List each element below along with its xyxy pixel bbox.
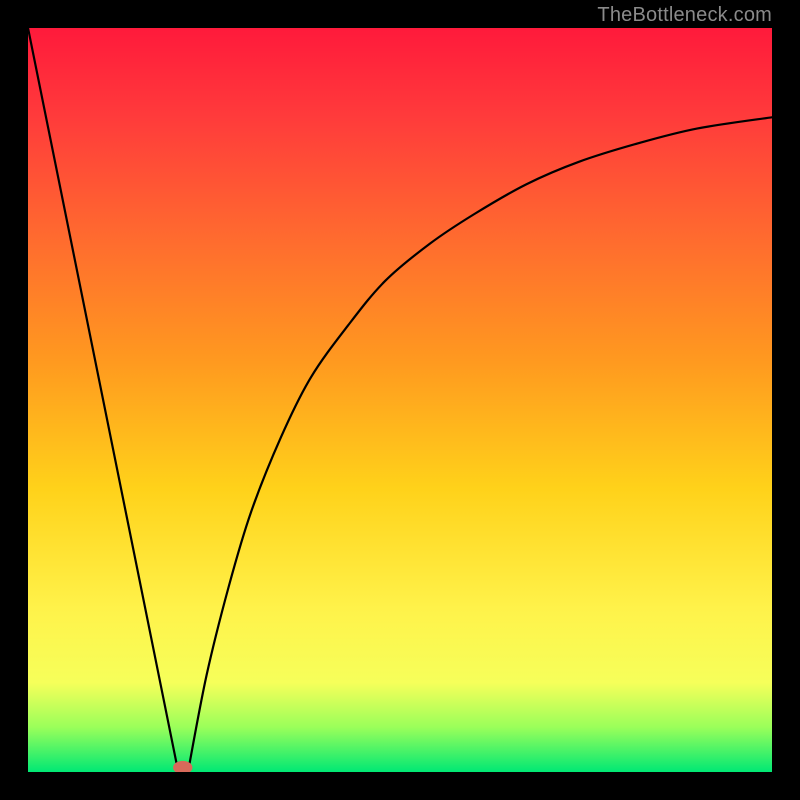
- chart-background: [28, 28, 772, 772]
- chart-frame: [28, 28, 772, 772]
- watermark-text: TheBottleneck.com: [597, 4, 772, 27]
- bottleneck-chart: [28, 28, 772, 772]
